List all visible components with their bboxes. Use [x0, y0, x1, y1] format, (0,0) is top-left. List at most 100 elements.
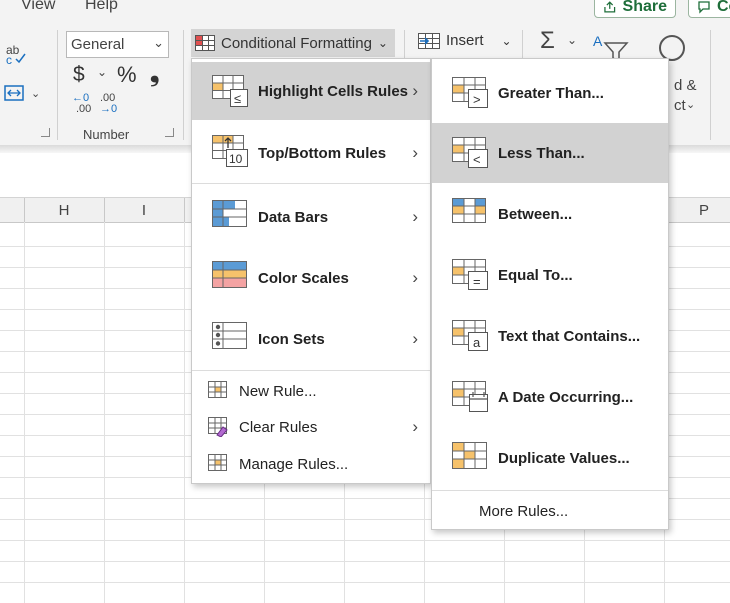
number-dialog-launcher-icon[interactable] — [165, 128, 174, 137]
menu-item-less-than[interactable]: < Less Than... — [432, 123, 668, 183]
duplicate-values-icon — [452, 442, 487, 469]
share-button[interactable]: Share — [594, 0, 676, 18]
menu-item-highlight-cells-rules[interactable]: ≤ Highlight Cells Rules › — [192, 62, 430, 120]
menu-item-label: Data Bars — [258, 208, 329, 226]
dialog-launcher-icon[interactable] — [41, 128, 50, 137]
menu-item-duplicate-values[interactable]: Duplicate Values... — [432, 428, 668, 488]
conditional-formatting-label: Conditional Formatting — [221, 34, 372, 52]
find-select-label-part: ct — [674, 97, 686, 114]
currency-format-button[interactable]: $ — [73, 63, 85, 87]
increase-decimal-button[interactable]: ←0 .00 — [72, 93, 91, 115]
column-divider — [184, 198, 185, 222]
menu-separator — [192, 183, 430, 184]
percent-format-button[interactable]: % — [117, 62, 137, 88]
less-than-icon: < — [452, 137, 488, 168]
icon-symbol: < — [473, 152, 481, 167]
menu-item-date-occurring[interactable]: A Date Occurring... — [432, 367, 668, 427]
menu-item-color-scales[interactable]: Color Scales › — [192, 248, 430, 308]
chevron-right-icon: › — [412, 143, 418, 162]
number-format-value: General — [71, 36, 125, 53]
number-format-select[interactable]: General ⌄ — [66, 31, 169, 58]
new-rule-icon — [208, 381, 227, 398]
insert-label: Insert — [446, 32, 484, 49]
menu-item-label: Color Scales — [258, 269, 349, 287]
menu-item-more-rules[interactable]: More Rules... — [432, 494, 668, 528]
menu-item-label: A Date Occurring... — [498, 388, 634, 406]
chevron-down-icon: ⌄ — [153, 35, 164, 50]
conditional-formatting-icon — [195, 35, 215, 51]
menu-item-label: Greater Than... — [498, 84, 604, 102]
highlight-cells-rules-submenu: > Greater Than... < Less Than... Between… — [431, 58, 669, 530]
greater-than-icon: > — [452, 77, 488, 108]
top-bottom-icon: 10 — [212, 135, 248, 167]
menu-item-text-contains[interactable]: a Text that Contains... — [432, 306, 668, 366]
menu-item-between[interactable]: Between... — [432, 184, 668, 244]
column-header-p[interactable]: P — [664, 202, 730, 219]
number-group-label: Number — [83, 127, 130, 142]
menu-item-label: More Rules... — [479, 502, 569, 520]
grid-column-line — [184, 222, 185, 603]
insert-button[interactable]: Insert ⌄ — [418, 32, 512, 49]
increase-decimal-bottom: .00 — [76, 103, 92, 115]
chevron-down-icon[interactable]: ⌄ — [567, 33, 577, 47]
group-separator — [183, 30, 184, 140]
chevron-right-icon: › — [412, 81, 418, 100]
tab-help[interactable]: Help — [85, 0, 118, 14]
spelling-icon[interactable]: ab c — [4, 44, 28, 66]
wrap-text-icon[interactable] — [4, 84, 24, 102]
decrease-decimal-bottom: →0 — [100, 103, 118, 115]
menu-item-clear-rules[interactable]: Clear Rules › — [192, 410, 430, 444]
data-bars-icon — [212, 200, 247, 227]
menu-item-label: Equal To... — [498, 266, 573, 284]
decrease-decimal-button[interactable]: .00 →0 — [100, 93, 117, 115]
chevron-right-icon: › — [412, 329, 418, 348]
share-label: Share — [622, 0, 667, 15]
share-icon — [604, 1, 616, 13]
menu-item-manage-rules[interactable]: Manage Rules... — [192, 447, 430, 481]
comma-style-button[interactable]: ❟ — [150, 60, 159, 88]
autosum-icon[interactable]: Σ — [540, 27, 555, 55]
menu-item-label: Duplicate Values... — [498, 449, 630, 467]
svg-text:≤: ≤ — [234, 91, 241, 106]
chevron-down-icon: ⌄ — [686, 99, 696, 111]
chevron-right-icon: › — [412, 417, 418, 436]
chevron-down-icon[interactable]: ⌄ — [97, 65, 107, 79]
column-header-i[interactable]: I — [104, 202, 184, 219]
menu-item-label: Clear Rules — [239, 418, 318, 436]
menu-item-top-bottom-rules[interactable]: 10 Top/Bottom Rules › — [192, 123, 430, 183]
equal-to-icon: = — [452, 259, 488, 290]
grid-row-line — [0, 582, 730, 583]
icon-symbol: = — [473, 274, 481, 289]
menu-item-greater-than[interactable]: > Greater Than... — [432, 63, 668, 123]
color-scales-icon — [212, 261, 247, 288]
conditional-formatting-button[interactable]: Conditional Formatting ⌄ — [191, 29, 395, 57]
icon-sets-icon — [212, 322, 247, 349]
comments-button[interactable]: Co — [688, 0, 730, 18]
menu-item-equal-to[interactable]: = Equal To... — [432, 245, 668, 305]
between-icon — [452, 198, 486, 223]
tab-view[interactable]: View — [21, 0, 55, 14]
column-header-h[interactable]: H — [24, 202, 104, 219]
grid-row-line — [0, 540, 730, 541]
comment-icon — [698, 1, 710, 14]
svg-text:A: A — [593, 33, 603, 49]
menu-separator — [192, 370, 430, 371]
menu-item-label: New Rule... — [239, 382, 317, 400]
menu-item-label: Icon Sets — [258, 330, 325, 348]
comments-label: Co — [717, 0, 730, 15]
find-select-label-part: d & — [674, 77, 697, 94]
manage-rules-icon — [208, 454, 227, 471]
menu-item-label: Text that Contains... — [498, 327, 641, 345]
menu-item-icon-sets[interactable]: Icon Sets › — [192, 309, 430, 369]
svg-text:c: c — [6, 53, 12, 66]
insert-cells-icon — [418, 32, 440, 49]
menu-item-label: Manage Rules... — [239, 455, 349, 473]
menu-item-label: Between... — [498, 205, 573, 223]
grid-column-line — [24, 222, 25, 603]
highlight-cells-icon: ≤ — [212, 75, 248, 107]
grid-row-line — [0, 561, 730, 562]
menu-item-new-rule[interactable]: New Rule... — [192, 374, 430, 408]
menu-item-data-bars[interactable]: Data Bars › — [192, 187, 430, 247]
chevron-down-icon[interactable]: ⌄ — [31, 87, 40, 100]
text-contains-icon: a — [452, 320, 488, 351]
